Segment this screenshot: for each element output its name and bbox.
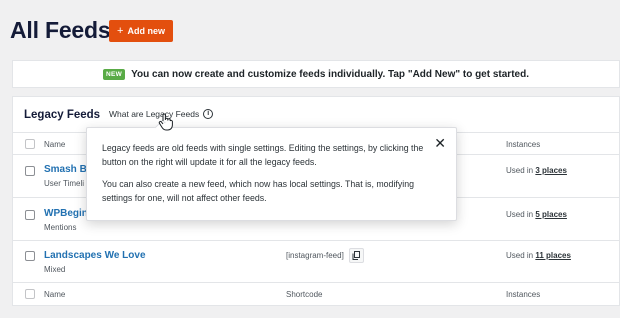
- page-title: All Feeds: [10, 17, 111, 43]
- new-feature-notice: NEW You can now create and customize fee…: [12, 60, 620, 88]
- plus-icon: +: [117, 24, 124, 37]
- instances-cell: Used in 5 places: [506, 210, 567, 219]
- column-name-footer: Name: [44, 290, 66, 299]
- column-shortcode-footer: Shortcode: [286, 290, 323, 299]
- notice-text: You can now create and customize feeds i…: [131, 68, 529, 80]
- tooltip-paragraph-2: You can also create a new feed, which no…: [102, 179, 414, 203]
- instances-cell: Used in 3 places: [506, 166, 567, 175]
- legacy-feeds-title: Legacy Feeds: [24, 109, 101, 121]
- feed-type: Mentions: [44, 223, 77, 232]
- feed-name-link[interactable]: Landscapes We Love: [44, 250, 146, 261]
- shortcode-cell: [instagram-feed]: [286, 248, 364, 263]
- copy-shortcode-button[interactable]: [348, 248, 364, 263]
- feed-name-link[interactable]: WPBegin: [44, 208, 88, 219]
- info-icon: i: [203, 109, 214, 119]
- copy-icon: [352, 251, 360, 260]
- add-new-button[interactable]: + Add new: [109, 20, 173, 42]
- row-checkbox[interactable]: [25, 251, 35, 261]
- close-icon[interactable]: ✕: [434, 136, 446, 150]
- instances-prefix: Used in: [506, 251, 534, 260]
- instances-link[interactable]: 5 places: [535, 210, 567, 219]
- select-all-checkbox-footer[interactable]: [25, 289, 35, 299]
- row-checkbox[interactable]: [25, 166, 35, 176]
- legacy-feeds-tooltip: ✕ Legacy feeds are old feeds with single…: [86, 119, 457, 221]
- new-badge: NEW: [103, 68, 126, 80]
- shortcode-text: [instagram-feed]: [286, 251, 344, 260]
- feed-type: User Timeli: [44, 179, 85, 188]
- column-instances-footer: Instances: [506, 290, 541, 299]
- column-instances-header: Instances: [506, 140, 541, 149]
- instances-link[interactable]: 11 places: [535, 251, 571, 260]
- hand-cursor-icon: [158, 113, 173, 131]
- table-row: Landscapes We Love Mixed [instagram-feed…: [13, 241, 619, 283]
- row-checkbox[interactable]: [25, 210, 35, 220]
- feed-type: Mixed: [44, 265, 66, 274]
- tooltip-paragraph-1: Legacy feeds are old feeds with single s…: [102, 143, 424, 167]
- what-are-legacy-feeds-label: What are Legacy Feeds: [109, 109, 200, 119]
- instances-cell: Used in 11 places: [506, 251, 571, 260]
- column-name-header: Name: [44, 140, 66, 149]
- instances-prefix: Used in: [506, 210, 534, 219]
- instances-link[interactable]: 3 places: [535, 166, 567, 175]
- table-footer-row: Name Shortcode Instances: [13, 283, 619, 305]
- add-new-label: Add new: [127, 26, 165, 36]
- select-all-checkbox[interactable]: [25, 139, 35, 149]
- instances-prefix: Used in: [506, 166, 534, 175]
